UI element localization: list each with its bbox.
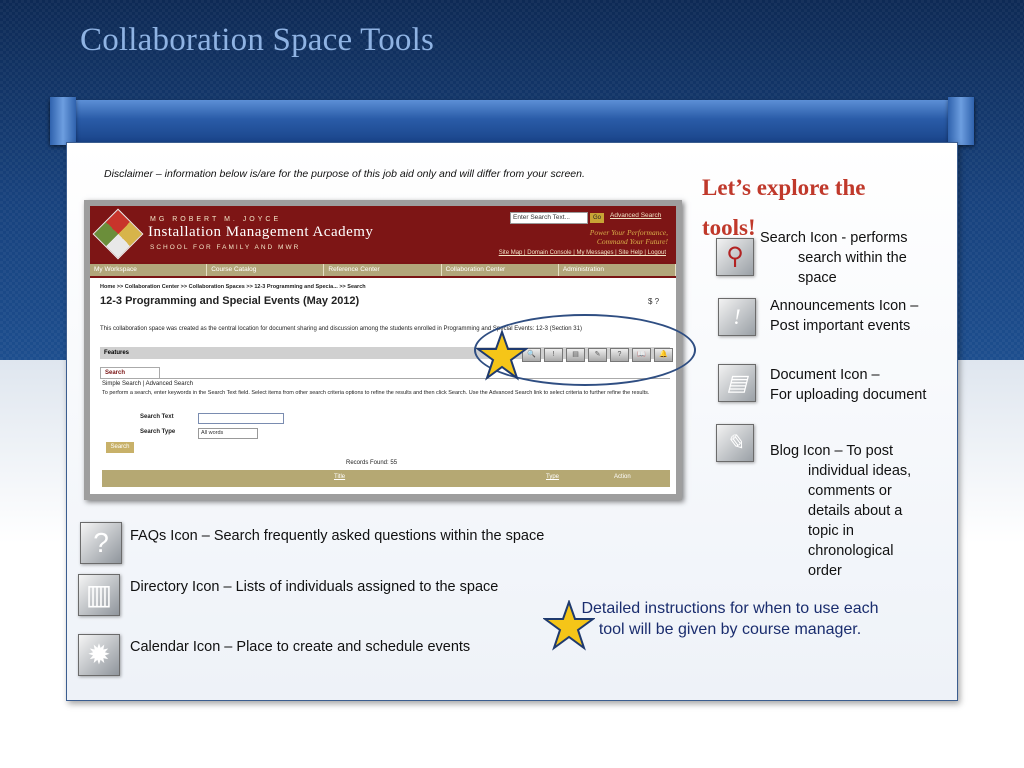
directory-icon: ▥ xyxy=(78,574,120,616)
search-text-input[interactable] xyxy=(198,413,284,424)
col-type[interactable]: Type xyxy=(546,474,559,480)
col-action: Action xyxy=(614,474,631,480)
col-title[interactable]: Title xyxy=(334,474,345,480)
results-header: Title Type Action xyxy=(102,470,670,487)
search-button[interactable]: Search xyxy=(106,442,134,453)
nav-my-workspace[interactable]: My Workspace xyxy=(90,264,208,276)
slide-title: Collaboration Space Tools xyxy=(80,22,435,58)
nav-collaboration-center[interactable]: Collaboration Center xyxy=(442,264,559,276)
site-body: Home >> Collaboration Center >> Collabor… xyxy=(90,278,676,494)
directory-icon-description: Directory Icon – Lists of individuals as… xyxy=(130,579,499,595)
document-desc-line-1: Document Icon – xyxy=(770,367,880,383)
blog-icon-description: Blog Icon – To post individual ideas, co… xyxy=(770,441,950,581)
top-links[interactable]: Site Map | Domain Console | My Messages … xyxy=(440,250,666,256)
rod-cap-left xyxy=(50,97,76,145)
main-nav: My Workspace Course Catalog Reference Ce… xyxy=(90,264,676,276)
space-header-icons[interactable]: $ ? xyxy=(648,297,659,306)
records-found: Records Found: 55 xyxy=(346,460,398,466)
advanced-search-link[interactable]: Advanced Search xyxy=(610,212,661,219)
search-type-label: Search Type xyxy=(140,429,176,435)
calendar-icon: ✹ xyxy=(78,634,120,676)
slogan-line-2: Command Your Future! xyxy=(596,237,668,246)
blog-icon: ✎ xyxy=(716,424,754,462)
disclaimer: Disclaimer – information below is/are fo… xyxy=(104,168,585,180)
site-search-input[interactable]: Enter Search Text... xyxy=(510,212,588,224)
faq-icon: ? xyxy=(80,522,122,564)
nav-reference-center[interactable]: Reference Center xyxy=(324,264,442,276)
search-desc-line-2: search within the xyxy=(798,250,907,266)
search-instructions: To perform a search, enter keywords in t… xyxy=(102,390,650,396)
blog-desc-line-2: individual ideas, xyxy=(808,463,912,479)
breadcrumb[interactable]: Home >> Collaboration Center >> Collabor… xyxy=(100,284,366,290)
calendar-icon-description: Calendar Icon – Place to create and sche… xyxy=(130,639,471,655)
search-mode-links[interactable]: Simple Search | Advanced Search xyxy=(102,381,193,387)
slogan-line-1: Power Your Performance, xyxy=(589,228,668,237)
nav-course-catalog[interactable]: Course Catalog xyxy=(207,264,325,276)
star-icon xyxy=(476,330,528,381)
faq-icon-description: FAQs Icon – Search frequently asked ques… xyxy=(130,528,545,544)
go-button[interactable]: Go xyxy=(590,213,604,223)
blog-desc-line-7: order xyxy=(808,563,842,579)
announcement-icon-description: Announcements Icon – Post important even… xyxy=(770,296,950,336)
document-icon-description: Document Icon – For uploading document xyxy=(770,365,950,405)
blog-desc-line-3: comments or xyxy=(808,483,892,499)
announcement-icon: ! xyxy=(718,298,756,336)
blog-desc-line-5: topic in xyxy=(808,523,854,539)
blog-desc-line-4: details about a xyxy=(808,503,903,519)
site-header: MG ROBERT M. JOYCE Installation Manageme… xyxy=(90,206,676,262)
blue-rod xyxy=(50,100,974,142)
nav-administration[interactable]: Administration xyxy=(559,264,676,276)
rod-cap-right xyxy=(948,97,974,145)
announce-desc-line-2: Post important events xyxy=(770,318,911,334)
blog-desc-line-1: Blog Icon – To post xyxy=(770,443,894,459)
search-text-label: Search Text xyxy=(140,414,174,420)
org-school: SCHOOL FOR FAMILY AND MWR xyxy=(150,244,301,251)
org-name: Installation Management Academy xyxy=(148,224,374,240)
detailed-instructions-note: Detailed instructions for when to use ea… xyxy=(581,600,879,638)
search-desc-line-3: space xyxy=(798,270,837,286)
academy-logo xyxy=(92,208,144,260)
blog-desc-line-6: chronological xyxy=(808,543,894,559)
document-desc-line-2: For uploading document xyxy=(770,387,927,403)
slogan: Power Your Performance, Command Your Fut… xyxy=(488,228,668,246)
org-small: MG ROBERT M. JOYCE xyxy=(150,216,282,223)
search-desc-line-1: Search Icon - performs xyxy=(760,230,908,246)
search-type-select[interactable]: All words xyxy=(198,428,258,439)
search-icon-description: Search Icon - performs search within the… xyxy=(760,228,940,288)
document-icon: ▤ xyxy=(718,364,756,402)
announce-desc-line-1: Announcements Icon – xyxy=(770,298,919,314)
search-icon: ⚲ xyxy=(716,238,754,276)
space-title: 12-3 Programming and Special Events (May… xyxy=(100,295,360,307)
